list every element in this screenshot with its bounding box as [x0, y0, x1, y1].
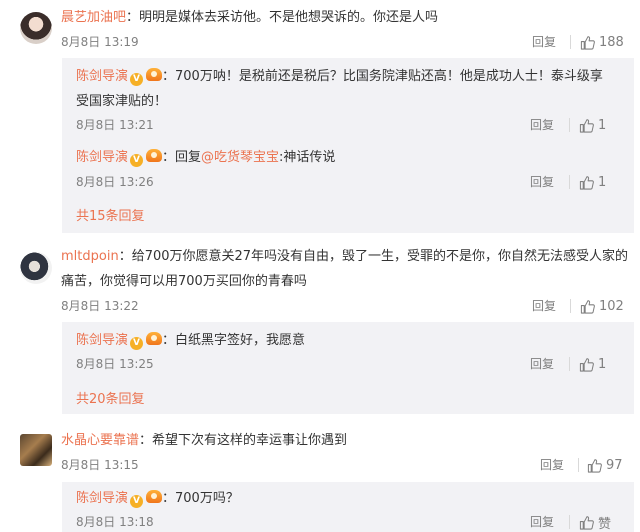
divider	[569, 175, 570, 189]
like-count: 97	[606, 457, 623, 473]
reply-text: ：白纸黑字签好，我愿意	[162, 333, 306, 348]
comment-username[interactable]: mltdpoin	[61, 249, 119, 264]
thumbs-up-icon	[579, 515, 594, 530]
like-count: 赞	[598, 516, 612, 532]
comment-line: 晨艺加油吧：明明是媒体去采访他。不是他想哭诉的。你还是人吗	[61, 8, 438, 28]
avatar[interactable]	[20, 12, 52, 44]
like-button[interactable]: 188	[580, 33, 624, 51]
like-count: 1	[598, 356, 607, 372]
reply-text-continued: 受国家津贴的！	[76, 94, 168, 109]
verified-v-icon: V	[130, 495, 144, 508]
reply-timestamp: 8月8日 13:21	[76, 118, 154, 132]
reply-username[interactable]: 陈剑导演	[76, 69, 128, 84]
like-button[interactable]: 1	[579, 355, 606, 373]
comment-feed: 晨艺加油吧：明明是媒体去采访他。不是他想哭诉的。你还是人吗 8月8日 13:19…	[0, 0, 640, 532]
like-button[interactable]: 赞	[579, 513, 612, 532]
reply-line: 陈剑导演 V ：回复@吃货琴宝宝:神话传说	[76, 145, 335, 171]
reply-username[interactable]: 陈剑导演	[76, 491, 128, 506]
comment-line: 水晶心要靠谱：希望下次有这样的幸运事让你遇到	[61, 431, 347, 451]
reply-timestamp: 8月8日 13:26	[76, 175, 154, 189]
like-button[interactable]: 1	[579, 173, 606, 191]
comment-timestamp: 8月8日 13:22	[61, 299, 139, 313]
medal-icon	[146, 149, 163, 162]
reply-username[interactable]: 陈剑导演	[76, 150, 128, 165]
like-button[interactable]: 1	[579, 116, 606, 134]
thumbs-up-icon	[587, 458, 602, 473]
more-replies-link[interactable]: 共15条回复	[76, 208, 145, 226]
reply-button[interactable]: 回复	[530, 356, 554, 372]
reply-button[interactable]: 回复	[530, 117, 554, 133]
like-button[interactable]: 97	[587, 456, 623, 474]
thumbs-up-icon	[580, 299, 595, 314]
divider	[569, 118, 570, 132]
like-button[interactable]: 102	[580, 297, 624, 315]
comment-timestamp: 8月8日 13:15	[61, 458, 139, 472]
reply-username[interactable]: 陈剑导演	[76, 333, 128, 348]
reply-block: 陈剑导演 V ：700万呐！是税前还是税后？比国务院津贴还高！他是成功人士！泰斗级享…	[62, 58, 634, 233]
thumbs-up-icon	[580, 35, 595, 50]
thumbs-up-icon	[579, 357, 594, 372]
avatar[interactable]	[20, 252, 52, 284]
reply-line: 陈剑导演 V ：白纸黑字签好，我愿意	[76, 328, 305, 354]
comment-text: ：明明是媒体去采访他。不是他想哭诉的。你还是人吗	[126, 10, 439, 25]
like-count: 188	[599, 34, 624, 50]
divider	[569, 357, 570, 371]
reply-text: :神话传说	[279, 150, 336, 165]
verified-v-icon: V	[130, 337, 144, 350]
medal-icon	[146, 68, 163, 81]
thumbs-up-icon	[579, 118, 594, 133]
divider	[578, 458, 579, 472]
avatar[interactable]	[20, 434, 52, 466]
mention-link[interactable]: @吃货琴宝宝	[201, 150, 279, 165]
medal-icon	[146, 490, 163, 503]
reply-timestamp: 8月8日 13:25	[76, 357, 154, 371]
reply-block: 陈剑导演 V ：白纸黑字签好，我愿意 8月8日 13:25 回复 1 共20条回复	[62, 322, 634, 414]
reply-text: ：700万吗？	[162, 491, 239, 506]
like-count: 1	[598, 117, 607, 133]
reply-text: ：700万呐！是税前还是税后？比国务院津贴还高！他是成功人士！泰斗级享	[162, 69, 603, 84]
comment-username[interactable]: 晨艺加油吧	[61, 10, 126, 25]
comment-text: ：希望下次有这样的幸运事让你遇到	[139, 433, 348, 448]
medal-icon	[146, 332, 163, 345]
like-count: 1	[598, 174, 607, 190]
verified-v-icon: V	[130, 73, 144, 86]
verified-v-icon: V	[130, 154, 144, 167]
reply-line: 陈剑导演 V ：700万吗？	[76, 486, 239, 512]
more-replies-link[interactable]: 共20条回复	[76, 391, 145, 409]
divider	[570, 35, 571, 49]
like-count: 102	[599, 298, 624, 314]
comment-username[interactable]: 水晶心要靠谱	[61, 433, 139, 448]
reply-button[interactable]: 回复	[540, 457, 564, 473]
comment-text-continued: 痛苦，你觉得可以用700万买回你的青春吗	[61, 274, 307, 289]
reply-button[interactable]: 回复	[532, 298, 556, 314]
comment-line: mltdpoin：给700万你愿意关27年吗没有自由，毁了一生，受罪的不是你，你…	[61, 247, 628, 267]
divider	[569, 515, 570, 529]
reply-block: 陈剑导演 V ：700万吗？ 8月8日 13:18 回复 赞	[62, 482, 634, 532]
reply-timestamp: 8月8日 13:18	[76, 515, 154, 529]
thumbs-up-icon	[579, 175, 594, 190]
reply-line: 陈剑导演 V ：700万呐！是税前还是税后？比国务院津贴还高！他是成功人士！泰斗级享	[76, 64, 603, 90]
reply-button[interactable]: 回复	[530, 514, 554, 530]
reply-prefix: ：回复	[162, 150, 202, 165]
reply-button[interactable]: 回复	[532, 34, 556, 50]
comment-text: ：给700万你愿意关27年吗没有自由，毁了一生，受罪的不是你，你自然无法感受人家…	[118, 249, 629, 264]
comment-timestamp: 8月8日 13:19	[61, 35, 139, 49]
reply-button[interactable]: 回复	[530, 174, 554, 190]
divider	[570, 299, 571, 313]
